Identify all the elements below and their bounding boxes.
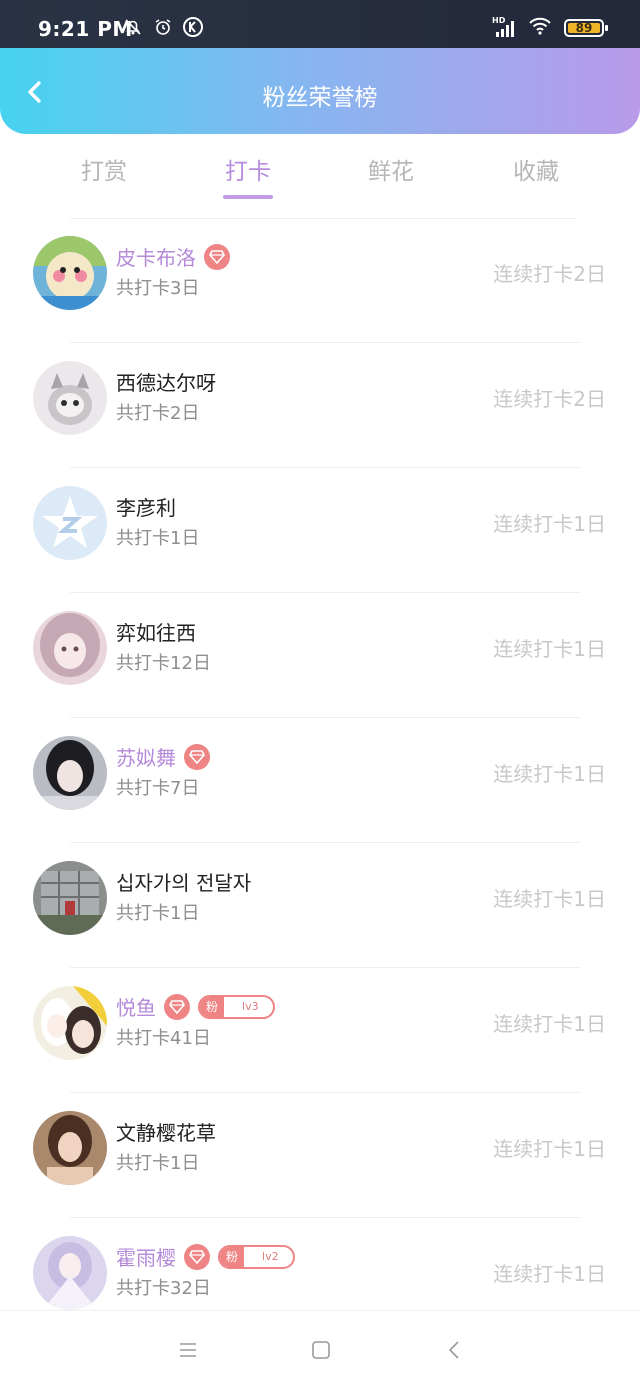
home-square-icon [312,1341,330,1359]
status-time: 9:21 PM [38,17,133,41]
fan-level-badge: 粉 lv2 [218,1244,295,1269]
avatar[interactable] [33,736,107,810]
fan-name[interactable]: 弈如往西 [116,617,196,646]
total-checkin: 共打卡32日 [116,1278,211,1299]
list-item[interactable]: 弈如往西 共打卡12日 连续打卡1日 [0,593,640,718]
tab-checkin[interactable]: 打卡 [188,152,308,199]
name-line: 皮卡布洛 [116,242,230,271]
total-checkin: 共打卡1日 [116,1153,200,1174]
tab-flowers[interactable]: 鲜花 [331,152,451,186]
streak-text: 连续打卡1日 [493,1262,606,1286]
avatar[interactable] [33,986,107,1060]
name-line: 십자가의 전달자 [116,867,251,896]
fan-name[interactable]: 西德达尔呀 [116,367,216,396]
fan-level-badge: 粉 lv3 [198,994,275,1019]
app-header: 粉丝荣誉榜 [0,48,640,134]
name-line: 苏姒舞 [116,742,210,771]
system-nav-bar [0,1310,640,1387]
list-item[interactable]: 십자가의 전달자 共打卡1日 连续打卡1日 [0,843,640,968]
wifi-icon [528,16,552,40]
avatar[interactable] [33,1111,107,1185]
total-checkin: 共打卡2日 [116,403,200,424]
back-nav-button[interactable] [443,1338,467,1362]
status-icons-right: HD 89 [492,16,608,40]
alarm-icon [152,16,174,38]
fan-name[interactable]: 霍雨樱 [116,1242,176,1271]
list-item[interactable]: 西德达尔呀 共打卡2日 连续打卡2日 [0,343,640,468]
home-button[interactable] [309,1338,333,1362]
status-icons-left [122,16,204,38]
total-checkin: 共打卡7日 [116,778,200,799]
streak-text: 连续打卡1日 [493,887,606,911]
fan-name[interactable]: 文静樱花草 [116,1117,216,1146]
name-line: 霍雨樱 粉 lv2 [116,1242,295,1271]
streak-text: 连续打卡1日 [493,637,606,661]
list-item[interactable]: 苏姒舞 共打卡7日 连续打卡1日 [0,718,640,843]
tab-reward[interactable]: 打赏 [44,152,164,186]
streak-text: 连续打卡1日 [493,1137,606,1161]
tab-label: 打卡 [225,159,271,185]
total-checkin: 共打卡3日 [116,278,200,299]
bell-muted-icon [122,16,144,38]
tab-favorites[interactable]: 收藏 [476,152,596,186]
fan-name[interactable]: 悦鱼 [116,992,156,1021]
avatar[interactable] [33,361,107,435]
name-line: 弈如往西 [116,617,196,646]
avatar[interactable] [33,236,107,310]
total-checkin: 共打卡1日 [116,528,200,549]
diamond-icon [184,743,210,770]
total-checkin: 共打卡41日 [116,1028,211,1049]
list-item[interactable]: 皮卡布洛 共打卡3日 连续打卡2日 [0,218,640,343]
name-line: 西德达尔呀 [116,367,216,396]
fan-badge-level: lv2 [262,1250,279,1263]
fan-badge-label: 粉 [200,996,225,1017]
name-line: 悦鱼 粉 lv3 [116,992,275,1021]
back-triangle-icon [448,1341,459,1359]
list-item[interactable]: 李彦利 共打卡1日 连续打卡1日 [0,468,640,593]
diamond-icon [204,243,230,270]
k-app-icon [182,16,204,38]
active-tab-indicator [223,195,273,199]
fan-name[interactable]: 李彦利 [116,492,176,521]
menu-icon [180,1343,196,1357]
fan-badge-label: 粉 [220,1246,245,1267]
list-item[interactable]: 文静樱花草 共打卡1日 连续打卡1日 [0,1093,640,1218]
fan-badge-level: lv3 [242,1000,259,1013]
avatar[interactable] [33,611,107,685]
fan-name[interactable]: 苏姒舞 [116,742,176,771]
avatar[interactable] [33,486,107,560]
tab-label: 鲜花 [368,159,414,185]
total-checkin: 共打卡1日 [116,903,200,924]
total-checkin: 共打卡12日 [116,653,211,674]
list-item[interactable]: 悦鱼 粉 lv3 共打卡41日 连续打卡1日 [0,968,640,1093]
fan-name[interactable]: 皮卡布洛 [116,242,196,271]
fan-name[interactable]: 십자가의 전달자 [116,867,251,896]
status-bar: 9:21 PM HD 89 [0,0,640,48]
name-line: 文静樱花草 [116,1117,216,1146]
streak-text: 连续打卡2日 [493,262,606,286]
battery-icon: 89 [564,19,608,37]
tab-bar: 打赏 打卡 鲜花 收藏 [0,134,640,219]
diamond-icon [164,993,190,1020]
avatar[interactable] [33,861,107,935]
page-title: 粉丝荣誉榜 [262,85,378,111]
signal-icon: HD [492,16,516,38]
battery-level: 89 [575,21,593,35]
name-line: 李彦利 [116,492,176,521]
tab-label: 打赏 [81,159,127,185]
avatar[interactable] [33,1236,107,1310]
diamond-icon [184,1243,210,1270]
tab-label: 收藏 [513,159,559,185]
streak-text: 连续打卡1日 [493,512,606,536]
menu-button[interactable] [176,1338,200,1362]
streak-text: 连续打卡1日 [493,762,606,786]
streak-text: 连续打卡1日 [493,1012,606,1036]
streak-text: 连续打卡2日 [493,387,606,411]
